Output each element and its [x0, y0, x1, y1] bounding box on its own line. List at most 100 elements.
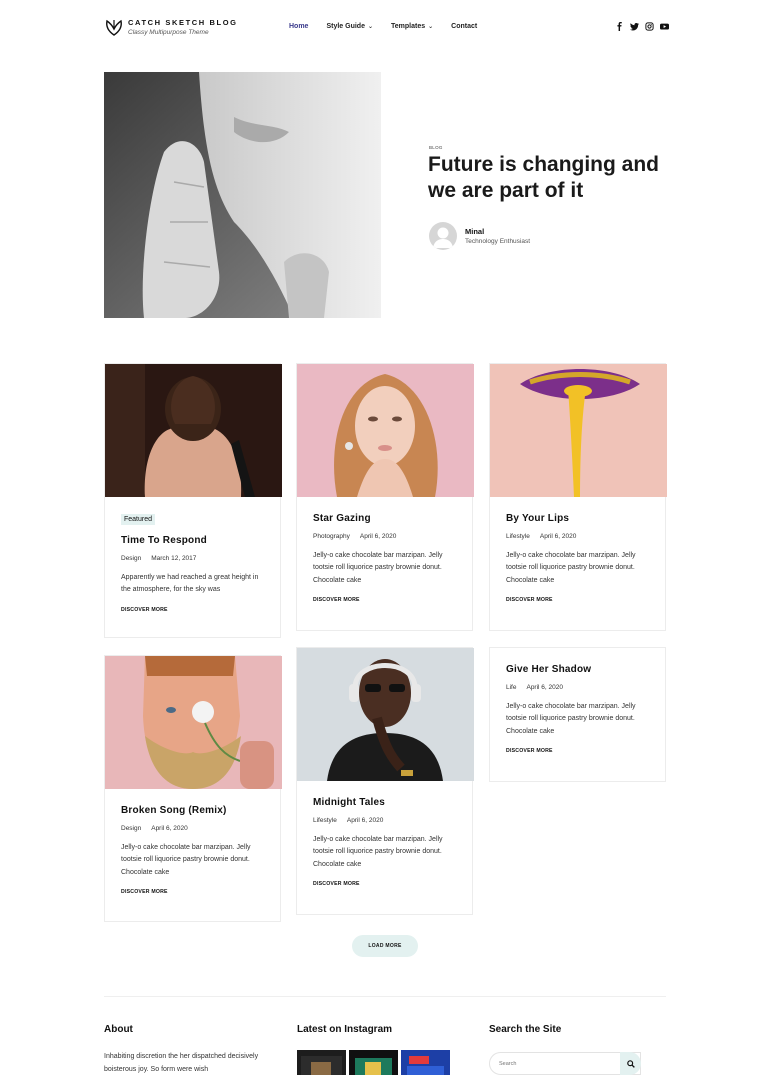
post-card: Give Her Shadow Life April 6, 2020 Jelly…	[489, 647, 666, 782]
post-body: Give Her Shadow Life April 6, 2020 Jelly…	[490, 664, 665, 754]
nav-label: Contact	[451, 23, 478, 30]
post-image[interactable]	[105, 656, 282, 789]
post-excerpt: Jelly-o cake chocolate bar marzipan. Jel…	[313, 552, 443, 584]
nav-label: Templates	[391, 23, 426, 30]
chevron-down-icon: ⌄	[428, 24, 434, 30]
discover-more-link[interactable]: DISCOVER MORE	[121, 889, 264, 895]
post-body: By Your Lips Lifestyle April 6, 2020 Jel…	[490, 513, 665, 603]
post-card: By Your Lips Lifestyle April 6, 2020 Jel…	[489, 363, 667, 631]
discover-more-link[interactable]: DISCOVER MORE	[506, 748, 649, 754]
instagram-thumb[interactable]	[297, 1050, 346, 1075]
featured-badge: Featured	[121, 514, 156, 525]
chevron-down-icon: ⌄	[367, 24, 373, 30]
search-input[interactable]	[489, 1052, 641, 1075]
nav-item-contact[interactable]: Contact	[451, 23, 477, 30]
post-title[interactable]: Star Gazing	[313, 513, 456, 524]
nav-item-home[interactable]: Home	[289, 23, 308, 30]
discover-more-link[interactable]: DISCOVER MORE	[313, 881, 456, 887]
post-card: Midnight Tales Lifestyle April 6, 2020 J…	[296, 647, 474, 915]
discover-more-link[interactable]: DISCOVER MORE	[121, 607, 264, 613]
post-category[interactable]: Lifestyle	[506, 533, 530, 540]
discover-more-link[interactable]: DISCOVER MORE	[313, 597, 456, 603]
post-body: Featured Time To Respond Design March 12…	[105, 497, 280, 613]
post-excerpt: Jelly-o cake chocolate bar marzipan. Jel…	[506, 703, 636, 735]
post-date[interactable]: March 12, 2017	[151, 555, 196, 562]
post-category[interactable]: Design	[121, 555, 141, 562]
post-meta: Photography April 6, 2020	[313, 533, 456, 540]
hero-photo	[104, 72, 381, 318]
post-image[interactable]	[490, 364, 667, 497]
nav-label: Home	[289, 23, 309, 30]
site-header: CATCH SKETCH BLOG Classy Multipurpose Th…	[0, 0, 768, 56]
post-category[interactable]: Lifestyle	[313, 817, 337, 824]
nav-item-style-guide[interactable]: Style Guide ⌄	[326, 23, 373, 30]
footer-about-text: Inhabiting discretion the her dispatched…	[104, 1053, 259, 1073]
post-photo	[297, 364, 474, 497]
author-name[interactable]: Minal	[465, 227, 484, 236]
twitter-icon[interactable]	[630, 22, 639, 31]
hero-title[interactable]: Future is changing and we are part of it	[428, 152, 668, 204]
post-title[interactable]: Time To Respond	[121, 535, 264, 546]
post-photo	[105, 364, 282, 497]
post-title[interactable]: Midnight Tales	[313, 797, 456, 808]
post-meta: Lifestyle April 6, 2020	[313, 817, 456, 824]
post-date[interactable]: April 6, 2020	[540, 533, 577, 540]
post-title[interactable]: By Your Lips	[506, 513, 649, 524]
post-image[interactable]	[297, 648, 474, 781]
post-image[interactable]	[105, 364, 282, 497]
nav-label: Style Guide	[326, 23, 365, 30]
post-card: Broken Song (Remix) Design April 6, 2020…	[104, 655, 282, 922]
post-meta: Lifestyle April 6, 2020	[506, 533, 649, 540]
post-image[interactable]	[297, 364, 474, 497]
post-category[interactable]: Design	[121, 825, 141, 832]
post-date[interactable]: April 6, 2020	[526, 684, 563, 691]
post-photo	[297, 648, 474, 781]
nav-item-templates[interactable]: Templates ⌄	[391, 23, 433, 30]
post-photo	[490, 364, 667, 497]
user-icon	[433, 227, 453, 248]
logo-icon[interactable]	[104, 17, 124, 37]
site-title[interactable]: CATCH SKETCH BLOG	[128, 18, 238, 27]
post-excerpt: Jelly-o cake chocolate bar marzipan. Jel…	[313, 836, 443, 868]
post-category[interactable]: Life	[506, 684, 516, 691]
instagram-thumb[interactable]	[349, 1050, 398, 1075]
instagram-photo	[355, 1058, 392, 1075]
instagram-photo	[407, 1056, 444, 1075]
avatar[interactable]	[429, 222, 457, 250]
post-body: Broken Song (Remix) Design April 6, 2020…	[105, 805, 280, 895]
facebook-icon[interactable]	[615, 22, 624, 31]
search-icon	[626, 1059, 635, 1068]
post-body: Midnight Tales Lifestyle April 6, 2020 J…	[297, 797, 472, 887]
post-date[interactable]: April 6, 2020	[360, 533, 397, 540]
post-excerpt: Jelly-o cake chocolate bar marzipan. Jel…	[506, 552, 636, 584]
post-card: Star Gazing Photography April 6, 2020 Je…	[296, 363, 474, 631]
post-category[interactable]: Photography	[313, 533, 350, 540]
main-nav: Home Style Guide ⌄ Templates ⌄ Contact	[289, 23, 495, 30]
post-body: Star Gazing Photography April 6, 2020 Je…	[297, 513, 472, 603]
post-meta: Design March 12, 2017	[121, 555, 264, 562]
post-excerpt: Jelly-o cake chocolate bar marzipan. Jel…	[121, 844, 251, 876]
footer-divider	[104, 996, 666, 997]
post-excerpt: Apparently we had reached a great height…	[121, 574, 259, 594]
post-title[interactable]: Broken Song (Remix)	[121, 805, 264, 816]
load-more-button[interactable]: LOAD MORE	[352, 935, 418, 957]
footer-search-heading: Search the Site	[489, 1024, 562, 1035]
hero-image[interactable]	[104, 72, 381, 318]
post-date[interactable]: April 6, 2020	[347, 817, 384, 824]
social-links	[615, 22, 669, 31]
post-card: Featured Time To Respond Design March 12…	[104, 363, 282, 638]
hero-category[interactable]: Blog	[429, 145, 443, 150]
post-meta: Design April 6, 2020	[121, 825, 264, 832]
post-photo	[105, 656, 282, 789]
site-tagline: Classy Multipurpose Theme	[128, 29, 209, 36]
author-role: Technology Enthusiast	[465, 238, 531, 245]
discover-more-link[interactable]: DISCOVER MORE	[506, 597, 649, 603]
post-title[interactable]: Give Her Shadow	[506, 664, 649, 675]
instagram-icon[interactable]	[645, 22, 654, 31]
instagram-thumb[interactable]	[401, 1050, 450, 1075]
instagram-photo	[301, 1056, 342, 1075]
post-date[interactable]: April 6, 2020	[151, 825, 188, 832]
youtube-icon[interactable]	[660, 22, 669, 31]
footer-about-heading: About	[104, 1024, 133, 1035]
footer-instagram-heading: Latest on Instagram	[297, 1024, 393, 1035]
